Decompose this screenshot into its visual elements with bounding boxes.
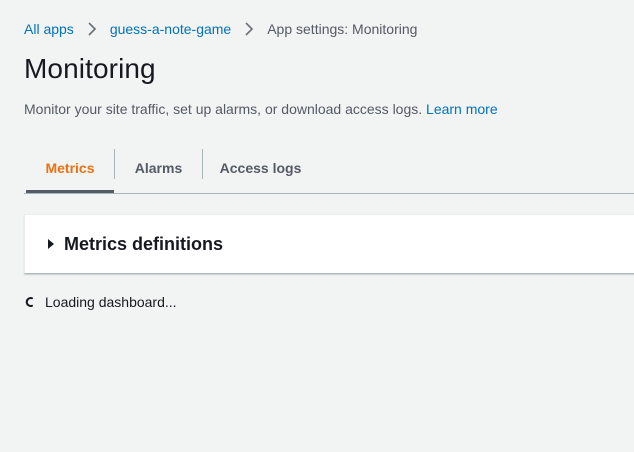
chevron-right-icon <box>79 21 105 37</box>
breadcrumb: All apps guess-a-note-game App settings:… <box>24 19 417 39</box>
breadcrumb-app[interactable]: guess-a-note-game <box>110 19 231 39</box>
page-title: Monitoring <box>24 53 156 84</box>
metrics-definitions-title: Metrics definitions <box>64 233 224 254</box>
breadcrumb-current: App settings: Monitoring <box>267 21 418 37</box>
loading-status: Loading dashboard... <box>24 294 177 310</box>
breadcrumb-all-apps[interactable]: All apps <box>24 19 74 39</box>
description-text: Monitor your site traffic, set up alarms… <box>24 101 423 117</box>
chevron-right-icon <box>236 21 262 37</box>
page-description: Monitor your site traffic, set up alarms… <box>24 99 498 119</box>
caret-right-icon <box>47 238 55 250</box>
tab-access-logs[interactable]: Access logs <box>203 145 318 191</box>
tab-bar: Metrics Alarms Access logs <box>24 145 634 194</box>
tab-alarms[interactable]: Alarms <box>115 145 202 191</box>
spinner-icon <box>24 295 38 309</box>
metrics-definitions-expander[interactable]: Metrics definitions <box>24 214 634 274</box>
loading-text: Loading dashboard... <box>45 294 177 310</box>
learn-more-link[interactable]: Learn more <box>426 101 498 117</box>
tab-metrics[interactable]: Metrics <box>26 145 114 193</box>
